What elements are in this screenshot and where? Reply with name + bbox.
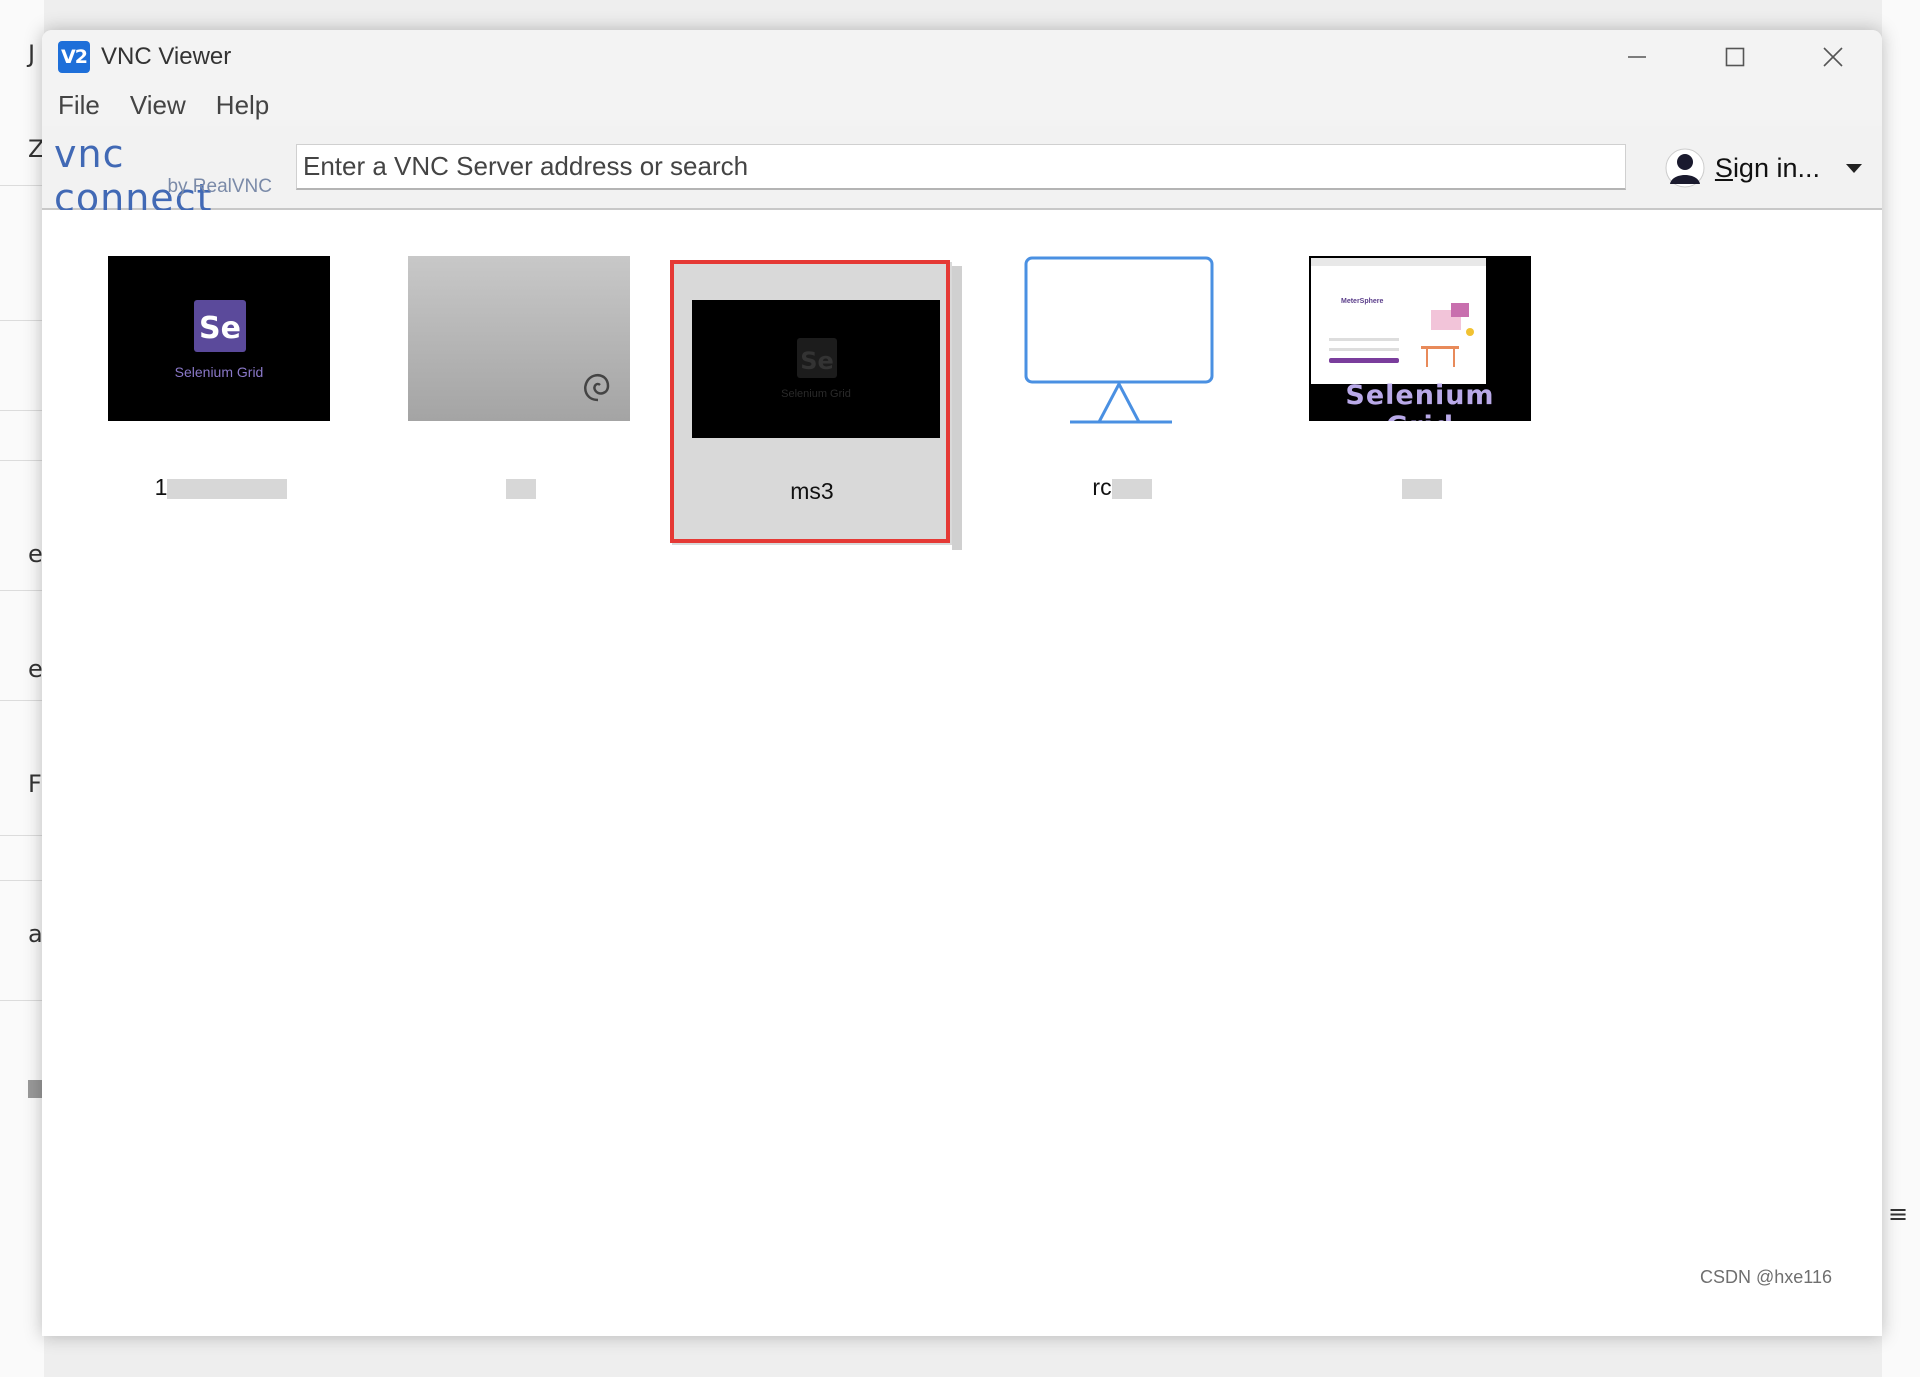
selection-highlight-box	[670, 260, 950, 543]
menu-file[interactable]: File	[58, 90, 100, 121]
connection-thumbnail: Se Selenium Grid	[108, 256, 330, 421]
maximize-icon	[1725, 47, 1745, 67]
connection-thumbnail	[408, 256, 630, 421]
connection-label	[1309, 474, 1535, 501]
chevron-down-icon[interactable]	[1846, 163, 1862, 173]
maximize-button[interactable]	[1686, 30, 1784, 84]
user-account-icon	[1665, 148, 1705, 188]
connection-tile[interactable]: Se Selenium Grid 1	[108, 256, 334, 500]
menu-view[interactable]: View	[130, 90, 186, 121]
close-icon	[1823, 47, 1843, 67]
server-address-search-input[interactable]	[296, 144, 1626, 190]
background-app-right: ≡	[1882, 0, 1920, 1377]
browser-window-preview: MeterSphere	[1311, 258, 1486, 384]
watermark: CSDN @hxe116	[1700, 1267, 1832, 1287]
connection-tile[interactable]	[408, 256, 634, 499]
debian-swirl-icon	[584, 373, 610, 402]
connection-label	[408, 474, 634, 501]
connection-thumbnail: MeterSphere Selenium Grid	[1309, 256, 1531, 421]
minimize-icon	[1628, 56, 1646, 58]
connections-area: Se Selenium Grid 1 Se Selenium Grid ms3 …	[42, 210, 1882, 1336]
redacted-text	[1111, 478, 1152, 499]
monitor-icon	[1024, 256, 1214, 424]
redacted-text	[506, 478, 536, 499]
vnc-viewer-window: V2 VNC Viewer File View Help vnc connect…	[42, 30, 1882, 1336]
thumbnail-caption: Selenium Grid	[174, 364, 264, 380]
redacted-text	[1402, 478, 1442, 499]
toolbar: vnc connect by RealVNC Sign in...	[42, 126, 1882, 220]
metersphere-logo-text: MeterSphere	[1341, 298, 1384, 305]
title-bar: V2 VNC Viewer	[42, 30, 1882, 84]
connection-tile[interactable]: rc	[1022, 256, 1222, 500]
minimize-button[interactable]	[1588, 30, 1686, 84]
sign-in-label: Sign in...	[1714, 152, 1820, 183]
window-title: VNC Viewer	[101, 43, 232, 70]
background-app-left: J Z e e F a	[0, 0, 44, 1377]
menu-help[interactable]: Help	[216, 90, 269, 121]
selection-shadow	[952, 266, 962, 550]
menu-bar: File View Help	[42, 84, 1882, 126]
window-controls	[1588, 30, 1882, 84]
thumbnail-banner-text: Selenium Grid	[1345, 380, 1495, 421]
logo-byline: by RealVNC	[167, 176, 272, 197]
connection-tile[interactable]: MeterSphere Selenium Grid	[1309, 256, 1535, 499]
close-button[interactable]	[1784, 30, 1882, 84]
selenium-logo-icon: Se	[194, 300, 246, 352]
vnc-app-icon: V2	[58, 41, 90, 73]
connection-label: 1	[108, 474, 334, 501]
vnc-connect-logo: vnc connect by RealVNC	[54, 132, 284, 220]
redacted-text	[167, 478, 288, 499]
connection-label: rc	[1022, 474, 1222, 501]
sign-in-button[interactable]: Sign in...	[1665, 146, 1862, 190]
